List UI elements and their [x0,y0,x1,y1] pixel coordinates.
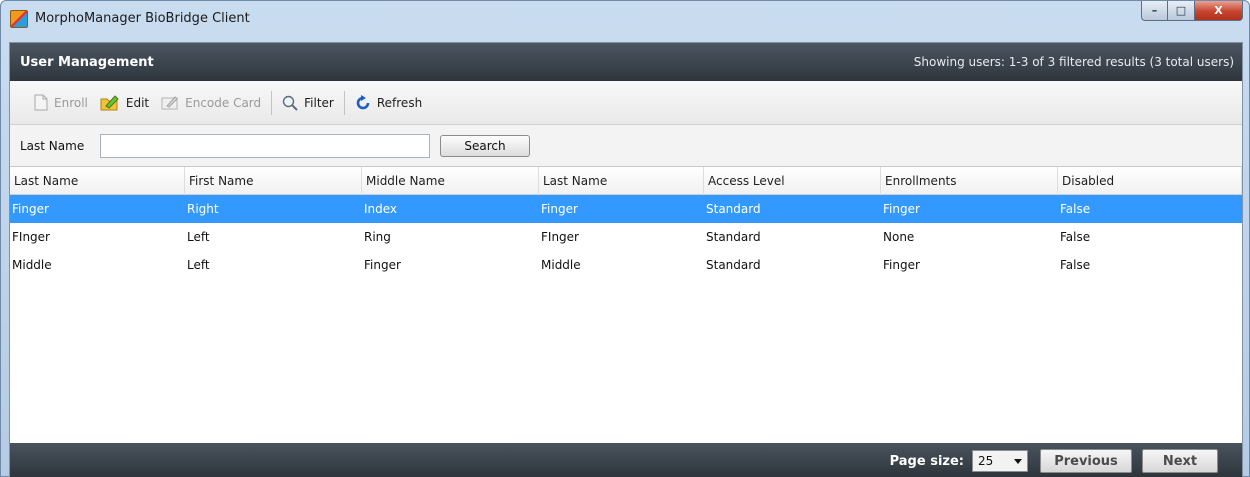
app-window: MorphoManager BioBridge Client – □ X Use… [0,0,1250,477]
maximize-button[interactable]: □ [1168,1,1195,21]
table-header: Last Name First Name Middle Name Last Na… [10,167,1242,195]
users-table: Last Name First Name Middle Name Last Na… [10,167,1242,443]
page-size-select[interactable]: 25 [972,450,1028,472]
table-row[interactable]: FInger Left Ring FInger Standard None Fa… [10,223,1242,251]
close-button[interactable]: X [1195,1,1243,21]
table-cell: Middle [12,258,52,272]
search-icon [282,95,298,111]
column-header-enrollments[interactable]: Enrollments [881,167,1058,195]
refresh-button[interactable]: Refresh [349,90,428,116]
pagination-bar: Page size: 25 Previous Next [10,443,1242,477]
table-cell: Left [187,230,210,244]
table-cell: None [883,230,915,244]
column-header-last-name-2[interactable]: Last Name [539,167,704,195]
section-header: User Management Showing users: 1-3 of 3 … [10,43,1242,81]
chevron-down-icon [1014,458,1022,464]
column-header-first-name[interactable]: First Name [185,167,362,195]
toolbar: Enroll Edit Encode Card Filter Refresh [10,81,1242,125]
filter-label: Filter [304,95,334,110]
enroll-label: Enroll [54,95,88,110]
table-cell: Standard [706,230,761,244]
table-cell: Finger [12,202,49,216]
page-title: User Management [20,54,154,70]
encode-card-label: Encode Card [185,95,262,110]
search-bar: Last Name Search [10,125,1242,167]
last-name-search-input[interactable] [100,133,430,158]
refresh-label: Refresh [376,95,423,110]
maximize-icon: □ [1175,4,1187,17]
table-cell: Index [364,202,398,216]
results-status: Showing users: 1-3 of 3 filtered results… [913,55,1234,69]
table-cell: Finger [541,202,578,216]
table-cell: FInger [12,230,50,244]
table-cell: Finger [364,258,401,272]
table-cell: Left [187,258,210,272]
table-cell: Finger [883,258,920,272]
search-button[interactable]: Search [440,134,530,157]
table-row[interactable]: Middle Left Finger Middle Standard Finge… [10,251,1242,279]
table-cell: Standard [706,202,761,216]
edit-label: Edit [125,95,150,110]
table-cell: Ring [364,230,391,244]
page-size-label: Page size: [889,453,964,469]
column-header-last-name[interactable]: Last Name [10,167,185,195]
table-cell: FInger [541,230,579,244]
app-logo-icon [10,10,28,28]
column-header-middle-name[interactable]: Middle Name [362,167,539,195]
edit-button[interactable]: Edit [94,90,155,116]
refresh-icon [356,94,370,109]
close-icon: X [1214,4,1223,17]
window-controls: – □ X [1141,1,1243,21]
table-cell: False [1060,230,1091,244]
table-cell: False [1060,202,1091,216]
table-cell: Right [187,202,219,216]
filter-button[interactable]: Filter [276,90,340,116]
card-icon [161,95,178,109]
title-bar[interactable]: MorphoManager BioBridge Client – □ X [1,1,1249,41]
table-cell: False [1060,258,1091,272]
minimize-icon: – [1151,4,1158,17]
enroll-button[interactable]: Enroll [28,90,94,116]
last-name-label: Last Name [20,138,85,153]
toolbar-separator [343,90,345,115]
page-size-value: 25 [978,454,994,468]
previous-page-button[interactable]: Previous [1040,449,1132,473]
table-cell: Standard [706,258,761,272]
folder-edit-icon [100,94,119,110]
encode-card-button[interactable]: Encode Card [155,90,267,116]
client-area: User Management Showing users: 1-3 of 3 … [9,42,1243,477]
minimize-button[interactable]: – [1141,1,1168,21]
table-cell: Middle [541,258,581,272]
column-header-access-level[interactable]: Access Level [704,167,881,195]
next-page-button[interactable]: Next [1142,449,1218,473]
column-header-disabled[interactable]: Disabled [1058,167,1242,195]
document-icon [34,94,48,111]
table-row[interactable]: Finger Right Index Finger Standard Finge… [10,195,1242,223]
window-title: MorphoManager BioBridge Client [35,11,250,26]
table-cell: Finger [883,202,920,216]
toolbar-separator [271,90,273,115]
